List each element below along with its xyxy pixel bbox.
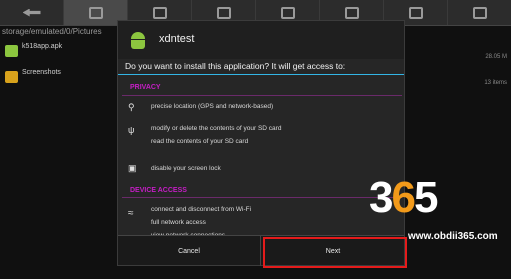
permission-text: full network access (151, 219, 206, 226)
film-icon (344, 6, 359, 19)
header-divider (118, 74, 404, 75)
file-name: Screenshots (22, 69, 61, 76)
document-button[interactable] (448, 0, 511, 25)
privacy-divider (122, 95, 402, 96)
document-icon (472, 6, 487, 19)
cancel-button[interactable]: Cancel (118, 236, 261, 266)
permission-text: connect and disconnect from Wi-Fi (151, 206, 252, 213)
device-access-section-title: DEVICE ACCESS (130, 187, 187, 194)
image-icon (280, 6, 295, 19)
permission-text: read the contents of your SD card (151, 138, 249, 145)
file-size: 28.05 M (485, 54, 507, 60)
current-path: storage/emulated/0/Pictures (2, 27, 102, 36)
file-name: k518app.apk (22, 43, 63, 50)
folder-icon (5, 71, 18, 83)
watermark-url: www.obdii365.com (408, 231, 498, 242)
android-file-icon (5, 45, 18, 57)
watermark-logo: 365 (369, 173, 438, 222)
wifi-icon: ≈ (128, 208, 134, 219)
permission-text: precise location (GPS and network-based) (151, 103, 274, 110)
lock-icon: ▣ (128, 163, 137, 173)
android-icon (129, 32, 147, 49)
folder-icon (152, 6, 167, 19)
install-dialog: xdntest Do you want to install this appl… (117, 20, 405, 266)
wrench-icon (408, 6, 423, 19)
back-arrow-icon (22, 8, 41, 17)
location-icon: ⚲ (128, 102, 135, 112)
usb-icon (216, 6, 231, 19)
dialog-header: xdntest (118, 21, 404, 59)
device-access-divider (122, 197, 402, 198)
app-name: xdntest (159, 33, 195, 45)
watermark: 365 www.obdii365.com (364, 173, 511, 268)
home-icon (88, 6, 103, 19)
back-button[interactable] (0, 0, 64, 25)
file-item-count: 13 items (484, 80, 507, 86)
permission-text: disable your screen lock (151, 165, 221, 172)
permission-text: modify or delete the contents of your SD… (151, 125, 282, 132)
privacy-section-title: PRIVACY (130, 84, 161, 91)
usb-icon: ψ (128, 125, 135, 135)
install-question: Do you want to install this application?… (125, 61, 346, 71)
